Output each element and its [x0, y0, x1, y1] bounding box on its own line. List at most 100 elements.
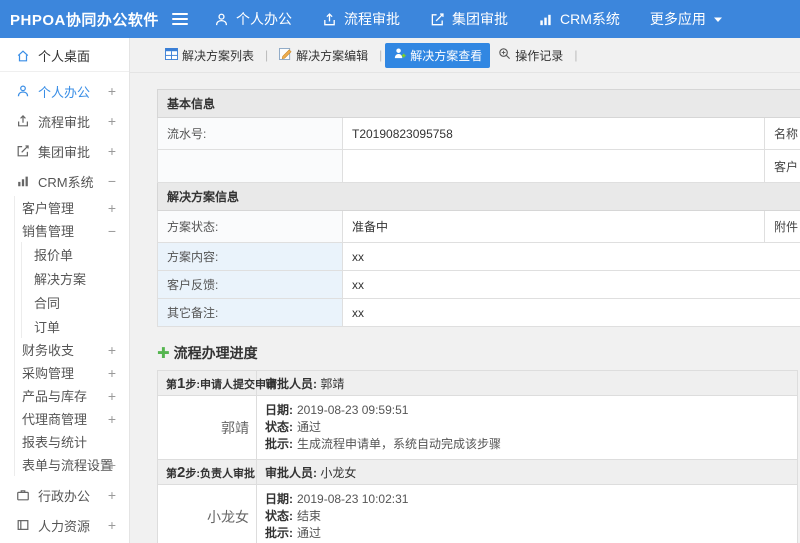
tab-operation-log[interactable]: 操作记录: [490, 43, 571, 68]
app-logo: PHPOA协同办公软件: [10, 11, 159, 29]
sidebar-item-products-inventory[interactable]: 产品与库存 +: [15, 384, 129, 407]
expand-icon[interactable]: +: [108, 114, 116, 128]
sidebar-item-sales-mgmt[interactable]: 销售管理 −: [15, 219, 129, 242]
sidebar-item-quotation[interactable]: 报价单: [22, 242, 129, 266]
expand-icon[interactable]: +: [108, 389, 116, 403]
nav-personal-office[interactable]: 个人办公: [214, 9, 292, 29]
handler-name: 郭靖: [157, 395, 257, 460]
nav-group-approval[interactable]: 集团审批: [430, 9, 508, 29]
expand-icon[interactable]: +: [108, 144, 116, 158]
expand-icon[interactable]: +: [108, 343, 116, 357]
sidebar-item-form-workflow-settings[interactable]: 表单与流程设置 +: [15, 453, 129, 476]
sidebar: 个人桌面 个人办公 + 流程审批 + 集团审批 + CRM系统 − 客户管理 +…: [0, 38, 130, 543]
remark-label: 其它备注:: [157, 298, 343, 327]
name-label: 名称: [764, 117, 800, 150]
sidebar-item-crm-system[interactable]: CRM系统 −: [0, 166, 129, 196]
approver-cell: 审批人员: 小龙女: [256, 459, 798, 485]
nav-workflow-approval[interactable]: 流程审批: [322, 9, 400, 29]
sidebar-item-label: 客户管理: [22, 201, 75, 216]
tab-solution-edit[interactable]: 解决方案编辑: [271, 43, 376, 68]
collapse-icon[interactable]: −: [108, 224, 116, 238]
workflow-submit-icon: [322, 12, 337, 27]
sidebar-item-label: 行政办公: [38, 488, 91, 504]
table-row: 其它备注: xx: [157, 298, 800, 327]
hamburger-menu-icon[interactable]: [172, 13, 188, 25]
sidebar-item-label: 表单与流程设置: [22, 458, 114, 473]
status-value: 通过: [297, 420, 322, 434]
sidebar-item-customer-mgmt[interactable]: 客户管理 +: [15, 196, 129, 219]
status-label: 状态:: [265, 509, 293, 523]
user-icon: [214, 12, 229, 27]
expand-icon[interactable]: +: [108, 458, 116, 472]
sidebar-item-agents-mgmt[interactable]: 代理商管理 +: [15, 407, 129, 430]
section-header-basic-info: 基本信息: [156, 89, 800, 118]
tab-solution-view[interactable]: 解决方案查看: [385, 42, 491, 68]
date-value: 2019-08-23 10:02:31: [297, 492, 409, 506]
date-line: 日期: 2019-08-23 09:59:51: [265, 402, 789, 419]
status-value: 结束: [297, 509, 322, 523]
sidebar-item-contract[interactable]: 合同: [22, 290, 129, 314]
nav-label: 更多应用: [649, 11, 706, 27]
expand-icon[interactable]: +: [108, 84, 116, 98]
nav-more-apps[interactable]: 更多应用: [650, 9, 723, 29]
solution-info-table: 基本信息 流水号: T20190823095758 名称 客户 解决方案信息 方…: [156, 89, 800, 327]
approver-name: 小龙女: [320, 465, 357, 480]
comment-line: 批示: 生成流程申请单，系统自动完成该步骤: [265, 436, 789, 453]
expand-icon[interactable]: +: [108, 366, 116, 380]
table-row: 客户反馈: xx: [157, 270, 800, 299]
expand-icon[interactable]: +: [108, 412, 116, 426]
tab-label: 解决方案列表: [182, 48, 255, 63]
sidebar-item-label: 集团审批: [38, 144, 91, 160]
sidebar-item-label: 销售管理: [22, 224, 75, 239]
nav-crm-system[interactable]: CRM系统: [538, 9, 620, 29]
customer-label: 客户: [764, 149, 800, 183]
sidebar-item-purchasing[interactable]: 采购管理 +: [15, 361, 129, 384]
book-icon: [15, 518, 30, 533]
tab-bar: 解决方案列表 | 解决方案编辑 | 解决方案查看 操作记录 |: [130, 38, 800, 73]
tab-solution-list[interactable]: 解决方案列表: [157, 43, 262, 68]
sidebar-item-workflow-approval[interactable]: 流程审批 +: [0, 106, 129, 136]
remark-value: xx: [341, 298, 800, 327]
tab-separator: |: [265, 48, 269, 62]
sidebar-item-order[interactable]: 订单: [22, 314, 129, 338]
collapse-icon[interactable]: −: [108, 174, 116, 188]
sidebar-item-label: 代理商管理: [22, 412, 88, 427]
table-list-icon: [165, 47, 178, 63]
sidebar-item-label: 个人桌面: [38, 49, 91, 64]
workflow-progress-table: 第1步:申请人提交申请 审批人员: 郭靖 郭靖 日期: 2019-08-23 09…: [157, 370, 798, 543]
expand-icon[interactable]: +: [108, 488, 116, 502]
expand-icon[interactable]: +: [108, 201, 116, 215]
edit-page-icon: [279, 47, 292, 63]
step-detail-row: 小龙女 日期: 2019-08-23 10:02:31 状态: 结束 批示: 通过: [157, 484, 798, 543]
sidebar-item-admin-office[interactable]: 行政办公 +: [0, 480, 129, 510]
sidebar-item-label: 报价单: [34, 247, 74, 263]
crm-submenu: 客户管理 + 销售管理 − 报价单 解决方案 合同 订单 财务收支 + 采购管理…: [14, 196, 129, 476]
sidebar-item-personal-office[interactable]: 个人办公 +: [0, 76, 129, 106]
comment-line: 批示: 通过: [265, 525, 789, 542]
main-area: 解决方案列表 | 解决方案编辑 | 解决方案查看 操作记录 | 基本信息 流水号…: [130, 38, 800, 543]
person-view-icon: [393, 47, 406, 63]
tab-separator: |: [574, 48, 578, 62]
sidebar-item-label: 财务收支: [22, 343, 75, 358]
serial-number-label: 流水号:: [157, 117, 343, 150]
content-label: 方案内容:: [157, 242, 343, 271]
section-title: 解决方案信息: [156, 182, 800, 211]
sidebar-item-finance[interactable]: 财务收支 +: [15, 338, 129, 361]
section-title: 基本信息: [156, 89, 800, 118]
sidebar-item-group-approval[interactable]: 集团审批 +: [0, 136, 129, 166]
sidebar-item-human-resources[interactable]: 人力资源 +: [0, 510, 129, 540]
date-value: 2019-08-23 09:59:51: [297, 403, 409, 417]
green-plus-icon: ✚: [157, 344, 170, 362]
serial-number-value: T20190823095758: [342, 117, 765, 150]
sidebar-item-reports-stats[interactable]: 报表与统计: [15, 430, 129, 453]
bar-chart-icon: [15, 174, 30, 189]
sidebar-item-desktop[interactable]: 个人桌面: [0, 40, 129, 72]
caret-down-icon: [713, 16, 723, 23]
tab-label: 操作记录: [515, 48, 564, 63]
approver-name: 郭靖: [320, 376, 345, 391]
expand-icon[interactable]: +: [108, 518, 116, 532]
approver-label: 审批人员:: [265, 376, 317, 391]
sidebar-item-solution[interactable]: 解决方案: [22, 266, 129, 290]
step-name: 第1步:申请人提交申请: [157, 370, 277, 396]
handler-name: 小龙女: [157, 484, 257, 543]
